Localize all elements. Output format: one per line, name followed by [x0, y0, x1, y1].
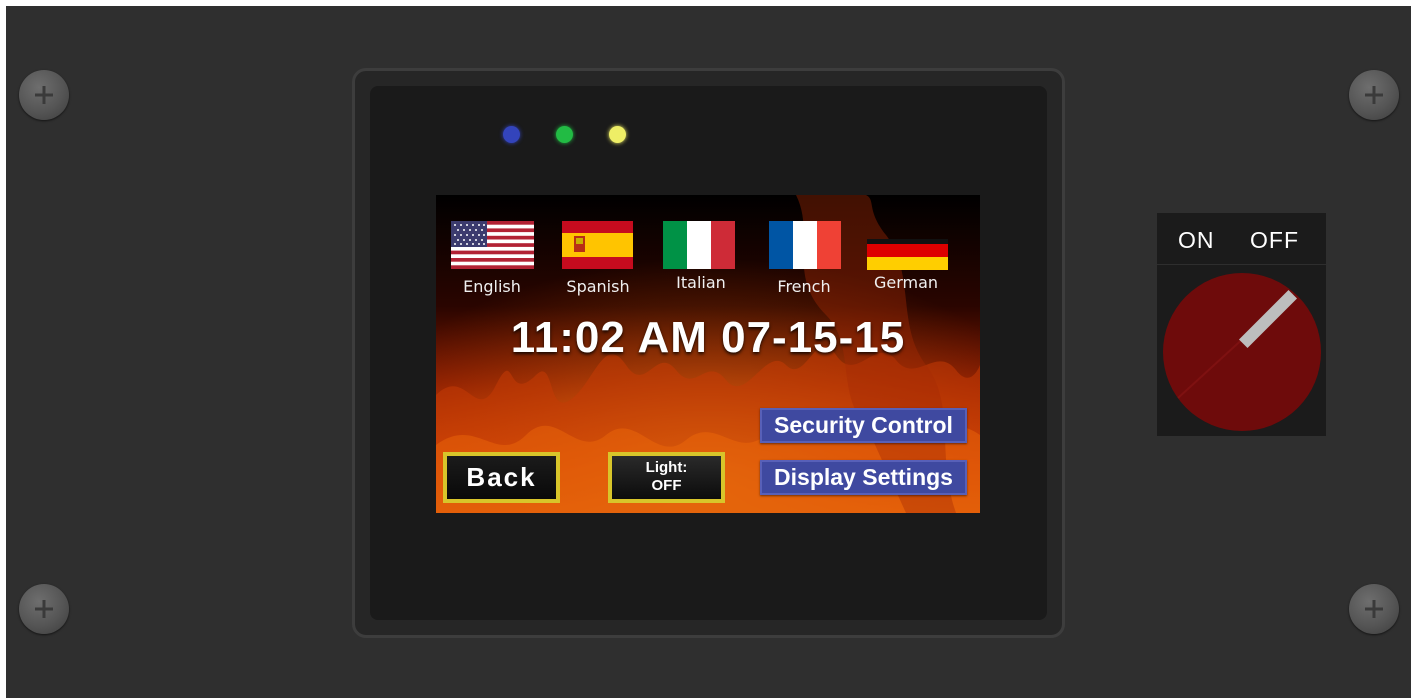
language-label-spanish[interactable]: Spanish: [566, 277, 629, 296]
power-knob[interactable]: [1163, 273, 1321, 431]
clock-display: 11:02 AM 07-15-15: [510, 313, 906, 362]
italy-flag-icon[interactable]: [663, 221, 735, 269]
status-led-blue: [503, 126, 520, 143]
screw-icon: [19, 584, 69, 634]
screw-icon: [1349, 70, 1399, 120]
language-label-english[interactable]: English: [463, 277, 521, 296]
language-label-french[interactable]: French: [777, 277, 830, 296]
status-led-yellow: [609, 126, 626, 143]
language-label-german[interactable]: German: [874, 273, 938, 292]
language-label-italian[interactable]: Italian: [676, 273, 726, 292]
light-label: Light:: [645, 459, 688, 476]
back-button[interactable]: Back: [443, 452, 560, 503]
switch-off-label: OFF: [1250, 227, 1299, 253]
spain-flag-icon[interactable]: [562, 221, 633, 269]
touch-screen: English Spanish Italian French German 11…: [436, 195, 980, 513]
screw-icon: [19, 70, 69, 120]
switch-divider: [1157, 264, 1326, 265]
france-flag-icon[interactable]: [769, 221, 841, 269]
security-control-button[interactable]: Security Control: [760, 408, 967, 443]
knob-indicator-icon: [1177, 290, 1297, 399]
switch-on-label: ON: [1178, 227, 1215, 253]
status-led-green: [556, 126, 573, 143]
screw-icon: [1349, 584, 1399, 634]
display-settings-button[interactable]: Display Settings: [760, 460, 967, 495]
us-flag-icon[interactable]: [451, 221, 534, 269]
light-status: OFF: [651, 477, 682, 494]
light-toggle-button[interactable]: Light: OFF: [608, 452, 725, 503]
germany-flag-icon[interactable]: [867, 239, 948, 270]
